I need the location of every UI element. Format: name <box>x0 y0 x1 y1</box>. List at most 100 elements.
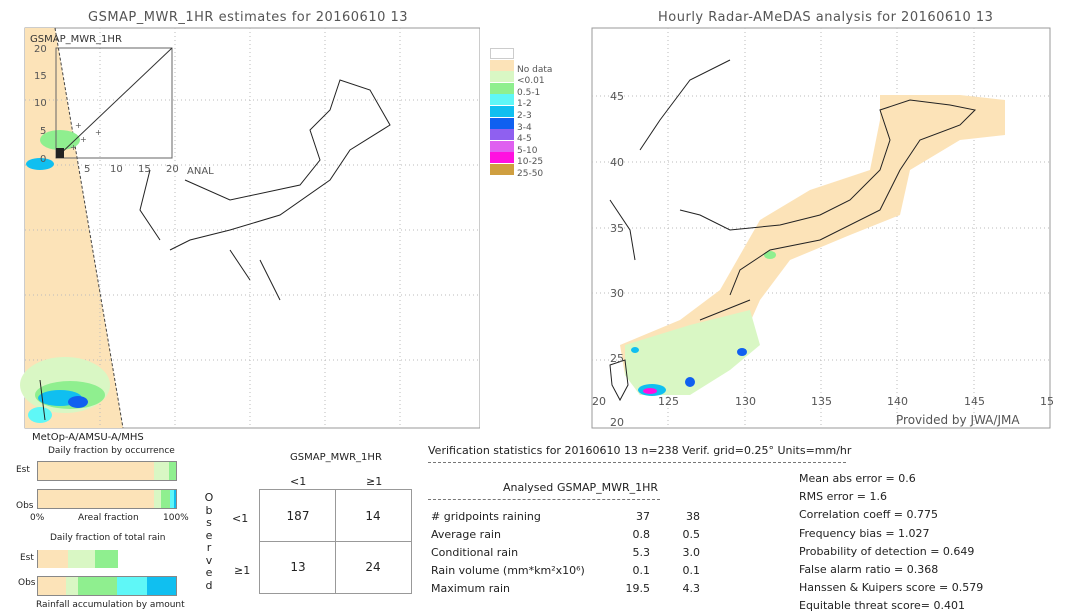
score-item: Probability of detection = 0.649 <box>799 544 975 558</box>
legend-label: 0.5-1 <box>517 87 541 98</box>
bar-segment <box>116 577 147 595</box>
stat-est: 0.5 <box>682 528 701 541</box>
row-header: <1 <box>232 512 249 525</box>
bar-segment <box>68 550 95 568</box>
stat-analysed: 5.3 <box>632 546 651 559</box>
bar-segment <box>38 490 154 508</box>
total-est-bar <box>37 550 176 568</box>
lat-tick: 40 <box>610 156 624 169</box>
bar-segment <box>38 550 69 568</box>
cell-miss: 13 <box>290 560 306 574</box>
svg-text:+: + <box>80 135 87 144</box>
lat-tick: 45 <box>610 90 624 103</box>
score-item: RMS error = 1.6 <box>799 490 887 504</box>
bar-segment <box>153 490 161 508</box>
row-header: ≥1 <box>234 564 251 577</box>
side-letter: r <box>206 541 212 554</box>
legend-swatch <box>490 59 514 71</box>
contingency-table: 187 14 13 24 <box>259 489 412 594</box>
verification-figure: GSMAP_MWR_1HR estimates for 20160610 13 … <box>0 0 1080 612</box>
legend-swatch <box>490 140 514 152</box>
legend-swatch <box>490 106 514 117</box>
inset-label: GSMAP_MWR_1HR <box>30 34 122 45</box>
bar-segment <box>78 577 117 595</box>
lon-tick: 20 <box>592 395 606 408</box>
legend-swatch <box>490 71 514 83</box>
bar-segment <box>160 490 170 508</box>
lat-tick: 35 <box>610 222 624 235</box>
bar-segment <box>94 550 119 568</box>
legend-label: 10-25 <box>517 157 544 168</box>
legend-swatch <box>490 152 514 164</box>
lon-tick: 130 <box>735 395 756 408</box>
axis-left: 0% <box>30 513 45 523</box>
legend-swatch <box>490 117 514 129</box>
score-item: Hanssen & Kuipers score = 0.579 <box>799 581 984 595</box>
col-est: GSMAP_MWR_1HR <box>557 481 659 494</box>
legend-label: 5-10 <box>517 145 538 156</box>
inset-xtick: 15 <box>138 164 151 175</box>
left-map: ++++ 0 5 10 15 20 5 10 15 20 ANAL GSMAP_… <box>20 27 480 429</box>
bar-segment <box>146 577 176 595</box>
score-item: Frequency bias = 1.027 <box>799 526 930 540</box>
legend-label: 25-50 <box>517 169 544 179</box>
bar-segment <box>38 577 66 595</box>
lon-tick: 15 <box>1040 395 1054 408</box>
inset-ytick: 5 <box>40 126 46 137</box>
inset-ytick: 15 <box>34 71 47 82</box>
est-label: Est <box>16 465 30 475</box>
side-letter: O <box>204 491 214 504</box>
credit-label: Provided by JWA/JMA <box>896 413 1020 427</box>
svg-text:+: + <box>95 128 102 137</box>
col-header: ≥1 <box>366 475 383 488</box>
stat-label: Rain volume (mm*km²x10⁶) <box>431 564 585 577</box>
stat-analysed: 37 <box>636 510 650 523</box>
stat-est: 0.1 <box>682 564 701 577</box>
inset-ytick: 10 <box>34 98 47 109</box>
lon-tick: 140 <box>887 395 908 408</box>
sensor-label: MetOp-A/AMSU-A/MHS <box>32 432 144 443</box>
lon-tick: 135 <box>811 395 832 408</box>
bar-segment <box>38 462 154 480</box>
inset-ytick: 20 <box>34 44 47 55</box>
contingency-title: GSMAP_MWR_1HR <box>290 452 382 463</box>
col-analysed: Analysed <box>503 481 554 494</box>
inset-xtick: 10 <box>110 164 123 175</box>
inset-xtick: 5 <box>84 164 90 175</box>
lon-tick: 145 <box>964 395 985 408</box>
cell-hit: 24 <box>365 560 381 574</box>
svg-text:+: + <box>75 121 82 130</box>
accum-title: Rainfall accumulation by amount <box>36 600 185 610</box>
axis-mid: Areal fraction <box>78 513 139 523</box>
stat-label: Conditional rain <box>431 546 519 559</box>
legend-label: 4-5 <box>517 134 532 145</box>
legend-label: <0.01 <box>517 76 545 87</box>
side-letter: d <box>205 578 213 592</box>
stat-label: Maximum rain <box>431 582 510 595</box>
score-item: Equitable threat score= 0.401 <box>799 599 965 612</box>
est-label-2: Est <box>20 553 34 563</box>
legend-swatch <box>490 82 514 94</box>
obs-label: Obs <box>16 501 34 511</box>
stat-analysed: 19.5 <box>625 582 651 595</box>
legend-label: No data <box>517 64 553 75</box>
legend-swatch <box>490 164 514 175</box>
lon-tick: 125 <box>658 395 679 408</box>
legend-label: 3-4 <box>517 122 532 133</box>
legend-label: 2-3 <box>517 111 532 121</box>
inset-xlabel: ANAL <box>187 166 214 177</box>
occurrence-obs-bar <box>37 489 177 509</box>
legend-label: 1-2 <box>517 99 532 110</box>
inset-ytick: 0 <box>40 154 46 165</box>
side-letter: s <box>206 516 212 529</box>
total-obs-bar <box>37 576 177 596</box>
cell-false-alarm: 14 <box>365 509 381 523</box>
stat-label: Average rain <box>431 528 501 541</box>
score-item: Correlation coeff = 0.775 <box>799 508 938 522</box>
axis-right: 100% <box>163 513 189 523</box>
score-item: Mean abs error = 0.6 <box>799 472 916 485</box>
right-map: 20 125 130 135 140 145 15 45 40 35 30 25… <box>591 27 1054 429</box>
stats-header: Verification statistics for 20160610 13 … <box>428 444 852 457</box>
bar-segment <box>169 462 176 480</box>
svg-text:+: + <box>70 143 77 152</box>
